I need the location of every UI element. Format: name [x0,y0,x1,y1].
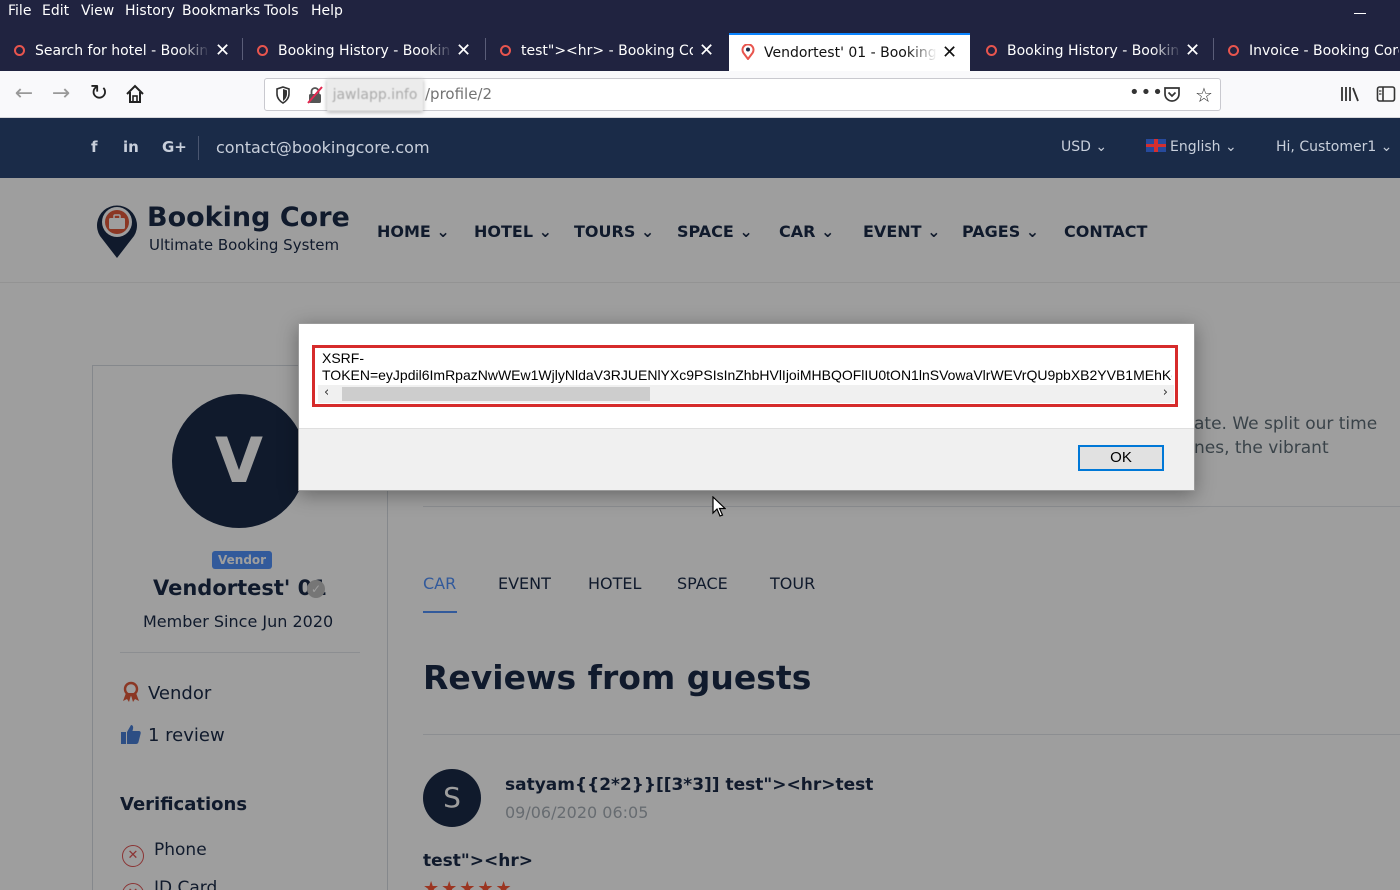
contact-email[interactable]: contact@bookingcore.com [216,138,430,157]
uk-flag-icon [1146,139,1166,152]
library-icon[interactable] [1340,85,1360,103]
menu-edit[interactable]: Edit [42,3,69,19]
tab-label: test"><hr> - Booking Core [521,43,693,59]
browser-tabbar: Search for hotel - Booking Core ✕ Bookin… [0,25,1400,71]
browser-tab[interactable]: Booking History - Booking Core ✕ [972,33,1213,71]
window-minimize-icon[interactable] [1354,13,1366,14]
tracking-shield-icon[interactable] [275,86,291,104]
forward-arrow-icon[interactable]: → [47,81,75,109]
tab-label: Invoice - Booking Core [1249,43,1399,59]
browser-menubar: File Edit View History Bookmarks Tools H… [0,0,1400,25]
currency-selector[interactable]: USD ⌄ [1061,139,1107,155]
insecure-lock-icon[interactable] [307,86,323,104]
tab-favicon-icon [14,45,25,56]
back-arrow-icon[interactable]: ← [10,81,38,109]
menu-history[interactable]: History [125,3,175,19]
linkedin-icon[interactable]: in [123,138,139,156]
browser-tab[interactable]: Search for hotel - Booking Core ✕ [0,33,241,71]
facebook-icon[interactable]: f [91,138,98,156]
tab-favicon-icon [986,45,997,56]
menu-file[interactable]: File [8,3,31,19]
language-label: English [1170,139,1221,155]
web-page: f in G+ contact@bookingcore.com USD ⌄ En… [0,118,1400,890]
scroll-right-icon[interactable]: › [1163,385,1168,400]
menu-tools[interactable]: Tools [264,3,299,19]
user-menu[interactable]: Hi, Customer1 ⌄ [1276,139,1392,155]
pocket-icon[interactable] [1163,86,1181,103]
browser-tab[interactable]: Booking History - Booking Core ✕ [243,33,484,71]
tab-favicon-icon [257,45,268,56]
url-bar[interactable]: jawlapp.info /profile/2 ••• ☆ [264,78,1221,111]
modal-overlay [0,178,1400,890]
tab-close-icon[interactable]: ✕ [942,42,957,63]
sidebar-toggle-icon[interactable] [1376,85,1396,103]
scroll-left-icon[interactable]: ‹ [324,385,329,400]
menu-help[interactable]: Help [311,3,343,19]
page-actions-icon[interactable]: ••• [1129,82,1164,103]
menu-view[interactable]: View [81,3,114,19]
browser-tab[interactable]: test"><hr> - Booking Core ✕ [486,33,727,71]
language-selector[interactable]: English ⌄ [1146,139,1237,155]
google-plus-icon[interactable]: G+ [162,138,187,156]
tab-close-icon[interactable]: ✕ [699,40,714,61]
alert-message-line: XSRF- [322,350,364,366]
bookmark-star-icon[interactable]: ☆ [1195,83,1213,107]
tab-favicon-icon [741,44,755,60]
currency-label: USD [1061,139,1091,155]
browser-tab-active[interactable]: Vendortest' 01 - Booking Core ✕ [729,33,970,71]
url-host-redacted: jawlapp.info [327,79,423,111]
alert-footer: OK [299,428,1194,490]
home-icon[interactable] [124,83,146,105]
browser-tab[interactable]: Invoice - Booking Core [1214,33,1400,71]
tab-close-icon[interactable]: ✕ [456,40,471,61]
alert-dialog: XSRF- TOKEN=eyJpdil6ImRpazNwWEw1WjlyNlda… [298,323,1195,491]
tab-favicon-icon [1228,45,1239,56]
alert-body: XSRF- TOKEN=eyJpdil6ImRpazNwWEw1WjlyNlda… [299,324,1194,428]
mouse-cursor-icon [712,496,726,517]
url-path: /profile/2 [425,85,493,103]
tab-favicon-icon [500,45,511,56]
site-topbar: f in G+ contact@bookingcore.com USD ⌄ En… [0,118,1400,178]
alert-message-box: XSRF- TOKEN=eyJpdil6ImRpazNwWEw1WjlyNlda… [312,345,1178,407]
ok-button[interactable]: OK [1078,445,1164,471]
user-greeting: Hi, Customer1 [1276,139,1377,155]
menu-bookmarks[interactable]: Bookmarks [182,3,260,19]
scrollbar-thumb[interactable] [342,387,650,401]
browser-navbar: ← → ↻ jawlapp.info /profile/2 ••• ☆ [0,71,1400,118]
reload-icon[interactable]: ↻ [85,81,113,109]
horizontal-scrollbar[interactable]: ‹ › [318,385,1174,403]
tab-close-icon[interactable]: ✕ [1185,40,1200,61]
alert-message-token: TOKEN=eyJpdil6ImRpazNwWEw1WjlyNldaV3RJUE… [322,367,1172,383]
tab-close-icon[interactable]: ✕ [215,40,230,61]
